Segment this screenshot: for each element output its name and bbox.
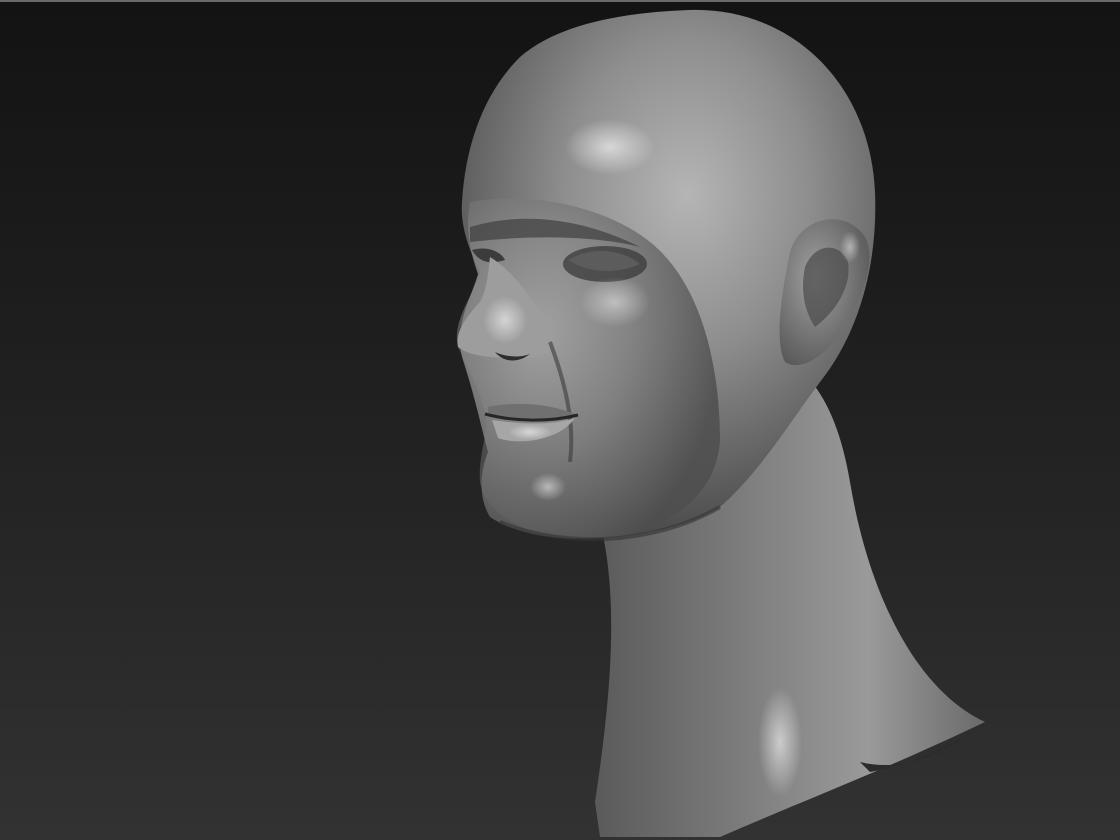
head-sculpt-model[interactable] xyxy=(0,2,1120,840)
nose-highlight xyxy=(483,296,527,344)
ear-highlight xyxy=(840,231,860,263)
neck-highlight xyxy=(758,687,802,797)
lip-highlight xyxy=(508,424,552,440)
chin-highlight xyxy=(530,473,566,501)
cheek-highlight xyxy=(580,277,650,327)
forehead-highlight xyxy=(565,119,655,175)
3d-viewport[interactable] xyxy=(0,0,1120,840)
